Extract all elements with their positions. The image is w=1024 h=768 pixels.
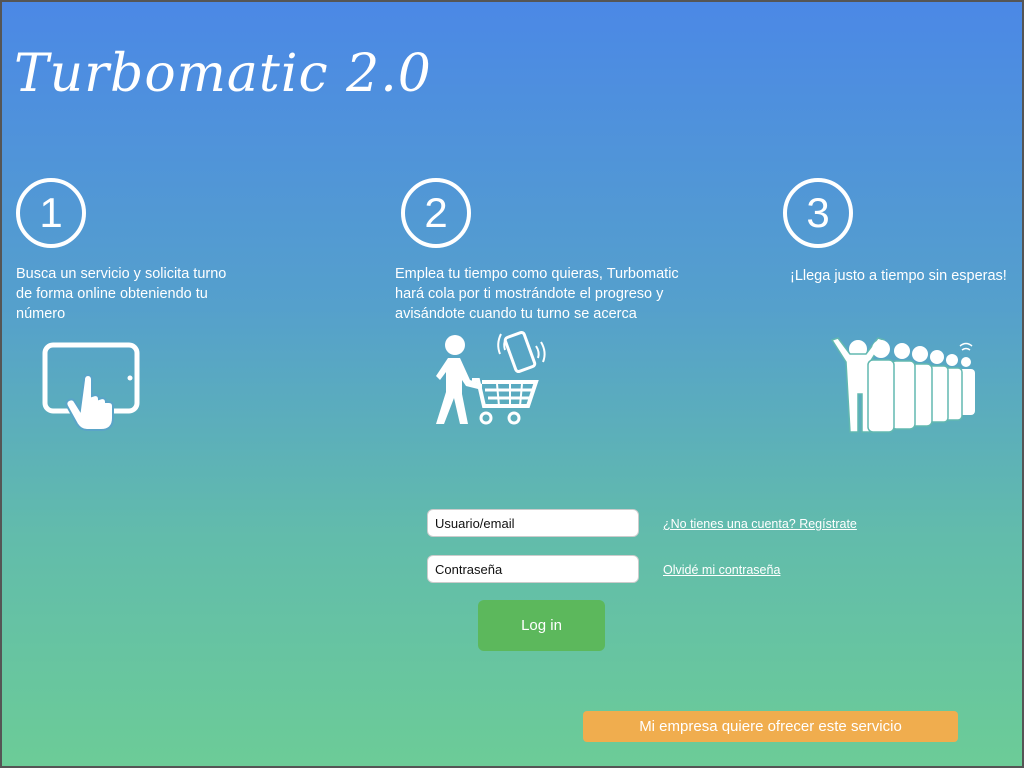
step-1-number: 1: [16, 178, 86, 248]
tablet-touch-icon: [42, 342, 140, 431]
step-2-text: Emplea tu tiempo como quieras, Turbomati…: [395, 266, 679, 322]
business-offer-button[interactable]: Mi empresa quiere ofrecer este servicio: [583, 711, 958, 742]
step-1-text: Busca un servicio y solicita turno de fo…: [16, 266, 227, 322]
login-button[interactable]: Log in: [478, 600, 605, 651]
forgot-password-link[interactable]: Olvidé mi contraseña: [663, 563, 780, 577]
username-input[interactable]: [427, 509, 639, 537]
shopping-cart-phone-icon: [436, 331, 546, 425]
step-3-text: ¡Llega justo a tiempo sin esperas!: [790, 268, 1007, 284]
queue-people-icon: [830, 337, 975, 433]
register-link[interactable]: ¿No tienes una cuenta? Regístrate: [663, 517, 857, 531]
step-2-number: 2: [401, 178, 471, 248]
app-title: Turbomatic 2.0: [14, 44, 432, 104]
password-input[interactable]: [427, 555, 639, 583]
step-3-number: 3: [783, 178, 853, 248]
